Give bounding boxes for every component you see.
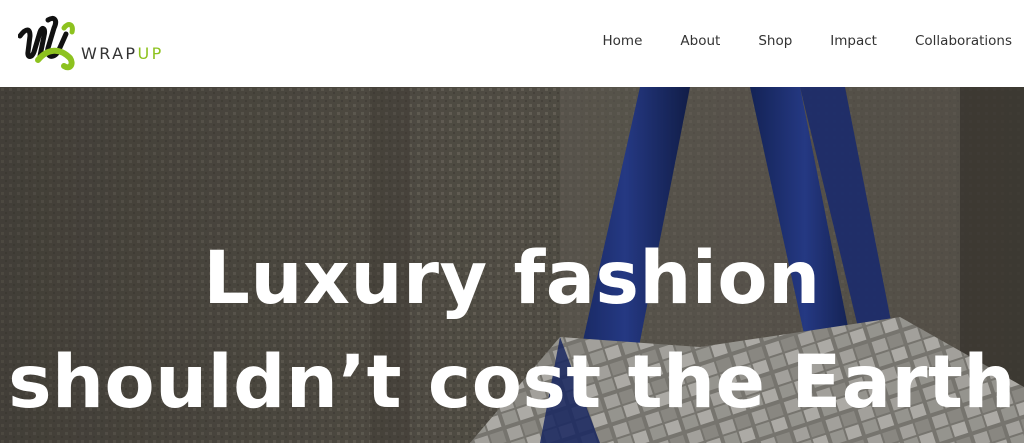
nav-item-home[interactable]: Home — [603, 33, 643, 49]
nav-item-about[interactable]: About — [680, 33, 720, 49]
site-header: WRAPUP Home About Shop Impact Collaborat… — [0, 0, 1024, 87]
hero-section: Luxury fashion shouldn’t cost the Earth — [0, 87, 1024, 443]
brand-logo[interactable]: WRAPUP — [18, 14, 178, 72]
logo-wordmark: WRAPUP — [81, 44, 164, 63]
hero-title: Luxury fashion shouldn’t cost the Earth — [8, 236, 1016, 425]
nav-item-collaborations[interactable]: Collaborations — [915, 33, 1012, 49]
nav-item-impact[interactable]: Impact — [830, 33, 877, 49]
wrapup-logo-icon — [18, 15, 75, 71]
logo-up-text: UP — [137, 44, 164, 63]
nav-item-shop[interactable]: Shop — [758, 33, 792, 49]
logo-wrap-text: WRAP — [81, 44, 138, 63]
main-nav: Home About Shop Impact Collaborations — [565, 33, 1012, 49]
